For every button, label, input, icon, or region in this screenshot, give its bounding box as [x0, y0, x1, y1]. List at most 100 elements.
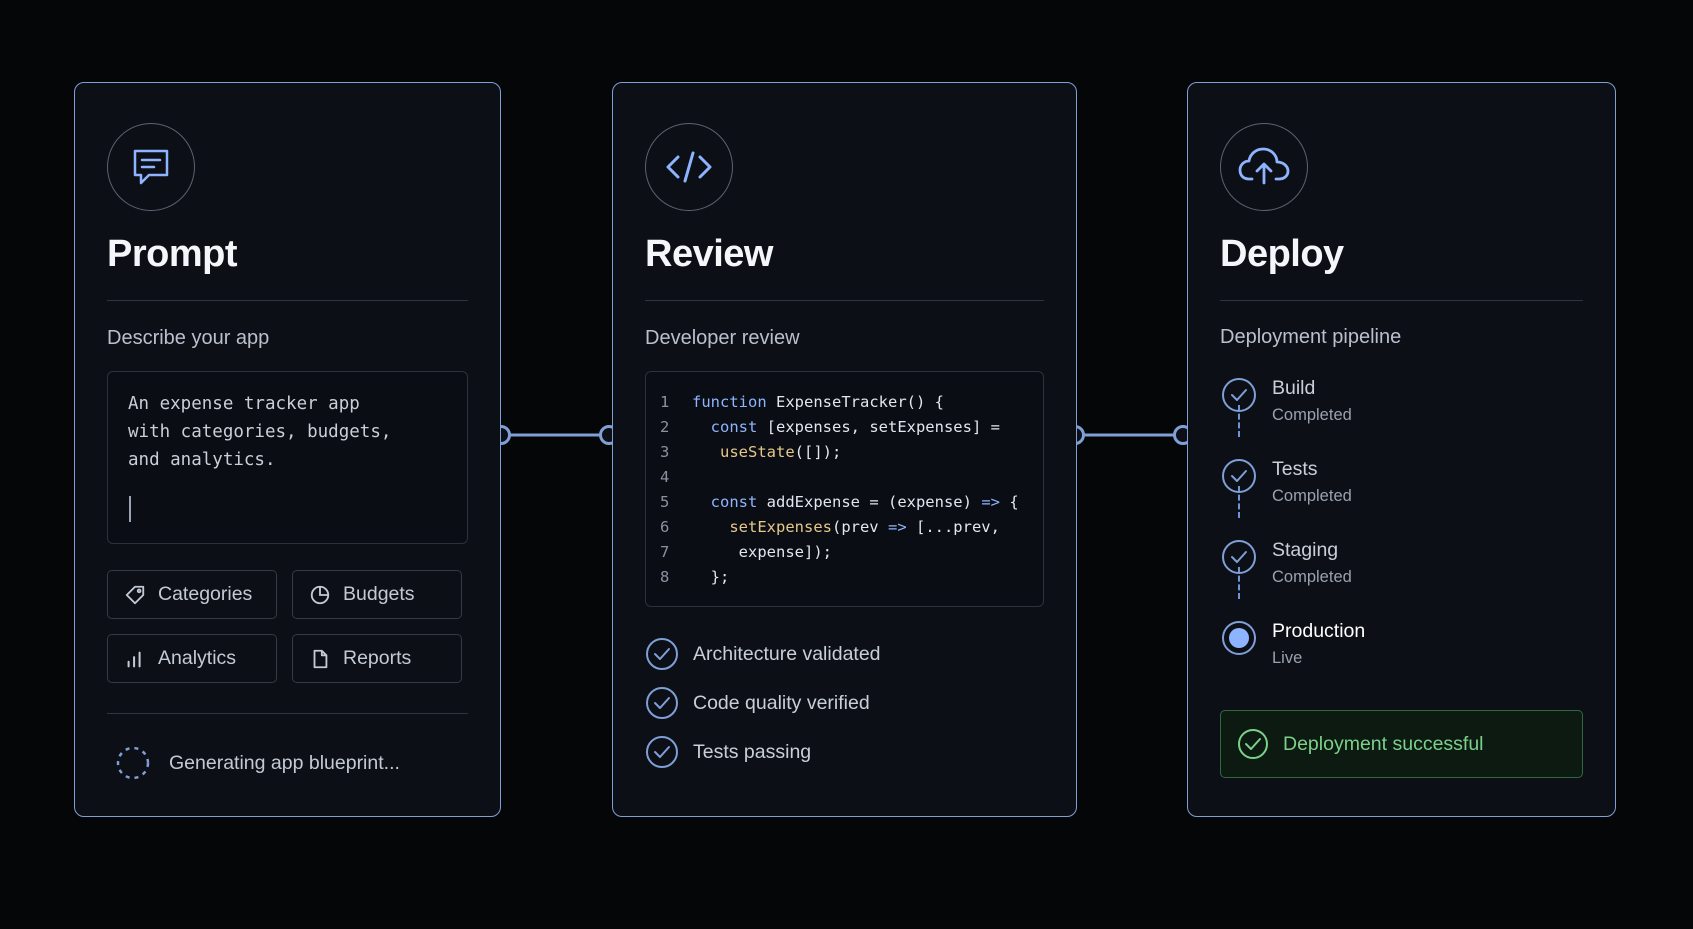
code-icon	[645, 123, 733, 211]
code-token: const	[710, 418, 767, 436]
code-token: =>	[981, 493, 1010, 511]
section-label: Describe your app	[107, 327, 270, 349]
code-token: {	[1009, 493, 1019, 511]
line-number: 2	[660, 418, 670, 436]
success-banner: Deployment successful	[1220, 710, 1583, 778]
card-title: Prompt	[107, 233, 238, 275]
code-token: ExpenseTracker() {	[776, 393, 944, 411]
chip-budgets[interactable]: Budgets	[292, 570, 462, 619]
code-line: 2 const [expenses, setExpenses] =	[660, 415, 1043, 440]
pipeline-step-tests: Tests Completed	[1220, 457, 1352, 506]
line-number: 3	[660, 443, 670, 461]
check-item: Architecture validated	[645, 637, 881, 671]
code-token: ([]);	[794, 443, 842, 461]
step-status: Live	[1272, 649, 1303, 667]
step-status: Completed	[1272, 568, 1352, 586]
code-line: 1 function ExpenseTracker() {	[660, 390, 1043, 415]
check-label: Code quality verified	[693, 691, 870, 714]
pipeline-step-production: Production Live	[1220, 619, 1365, 668]
review-card: Review Developer review 1 function Expens…	[612, 82, 1077, 817]
pie-chart-icon	[310, 585, 330, 604]
card-title: Deploy	[1220, 233, 1344, 275]
text-caret	[129, 496, 131, 522]
check-label: Architecture validated	[693, 642, 881, 665]
chip-label: Budgets	[343, 583, 415, 605]
code-token: expense]);	[692, 543, 832, 561]
bar-chart-icon	[127, 651, 141, 667]
code-token: };	[692, 568, 730, 586]
code-editor[interactable]: 1 function ExpenseTracker() { 2 const [exp…	[645, 371, 1044, 607]
connector-prompt-review	[491, 425, 619, 445]
deploy-card: Deploy Deployment pipeline Build Complet…	[1187, 82, 1616, 817]
check-circle-icon	[646, 687, 678, 719]
step-status: Completed	[1272, 406, 1352, 424]
step-name: Tests	[1272, 458, 1318, 480]
connector-review-deploy	[1065, 425, 1193, 445]
line-number: 8	[660, 568, 670, 586]
chat-icon	[107, 123, 195, 211]
divider	[645, 300, 1044, 301]
card-title: Review	[645, 233, 773, 275]
step-name: Build	[1272, 377, 1316, 399]
code-token: [expenses, setExpenses] =	[766, 418, 1000, 436]
code-token: useState	[720, 443, 795, 461]
check-label: Tests passing	[693, 740, 812, 763]
chip-categories[interactable]: Categories	[107, 570, 277, 619]
code-token: setExpenses	[729, 518, 832, 536]
step-name: Staging	[1272, 539, 1339, 561]
code-line: 8 };	[660, 565, 1043, 590]
code-token: function	[692, 393, 776, 411]
check-circle-icon	[646, 736, 678, 768]
section-label: Deployment pipeline	[1220, 326, 1402, 348]
active-dot-icon	[1222, 621, 1256, 655]
check-circle-icon	[1222, 459, 1256, 493]
chip-label: Reports	[343, 647, 412, 669]
prompt-text-line: and analytics.	[128, 450, 276, 470]
prompt-input[interactable]: An expense tracker app with categories, …	[107, 371, 468, 544]
generating-status: Generating app blueprint...	[115, 745, 400, 781]
code-token: =>	[887, 518, 916, 536]
pipeline-step-build: Build Completed	[1220, 376, 1352, 425]
code-token: (prev	[831, 518, 888, 536]
code-token: [...prev,	[915, 518, 1000, 536]
divider	[1220, 300, 1583, 301]
line-number: 4	[660, 468, 670, 486]
divider	[107, 713, 468, 714]
section-label: Developer review	[645, 327, 800, 349]
check-item: Code quality verified	[645, 686, 870, 720]
chip-label: Analytics	[158, 647, 237, 669]
status-text: Generating app blueprint...	[169, 751, 400, 774]
loading-spinner-icon	[116, 746, 150, 780]
check-item: Tests passing	[645, 735, 811, 769]
chip-reports[interactable]: Reports	[292, 634, 462, 683]
check-circle-icon	[1222, 378, 1256, 412]
pipeline-step-staging: Staging Completed	[1220, 538, 1352, 587]
step-name: Production	[1272, 620, 1366, 642]
check-circle-icon	[646, 638, 678, 670]
check-circle-icon	[1238, 729, 1268, 759]
step-status: Completed	[1272, 487, 1352, 505]
success-text: Deployment successful	[1283, 732, 1484, 755]
prompt-text-line: with categories, budgets,	[128, 422, 392, 442]
code-line: 6 setExpenses (prev => [...prev,	[660, 515, 1043, 540]
check-circle-icon	[1222, 540, 1256, 574]
divider	[107, 300, 468, 301]
code-line: 5 const addExpense = (expense) => {	[660, 490, 1043, 515]
code-token: const	[710, 493, 767, 511]
code-token: addExpense = (expense)	[766, 493, 982, 511]
line-number: 6	[660, 518, 670, 536]
tag-icon	[125, 585, 145, 604]
code-line: 7 expense]);	[660, 540, 1043, 565]
prompt-card: Prompt Describe your app An expense trac…	[74, 82, 501, 817]
line-number: 1	[660, 393, 670, 411]
document-icon	[313, 649, 328, 668]
cloud-upload-icon	[1220, 123, 1308, 211]
chip-analytics[interactable]: Analytics	[107, 634, 277, 683]
line-number: 5	[660, 493, 670, 511]
chip-label: Categories	[158, 583, 253, 605]
code-line: 4	[660, 465, 1043, 490]
